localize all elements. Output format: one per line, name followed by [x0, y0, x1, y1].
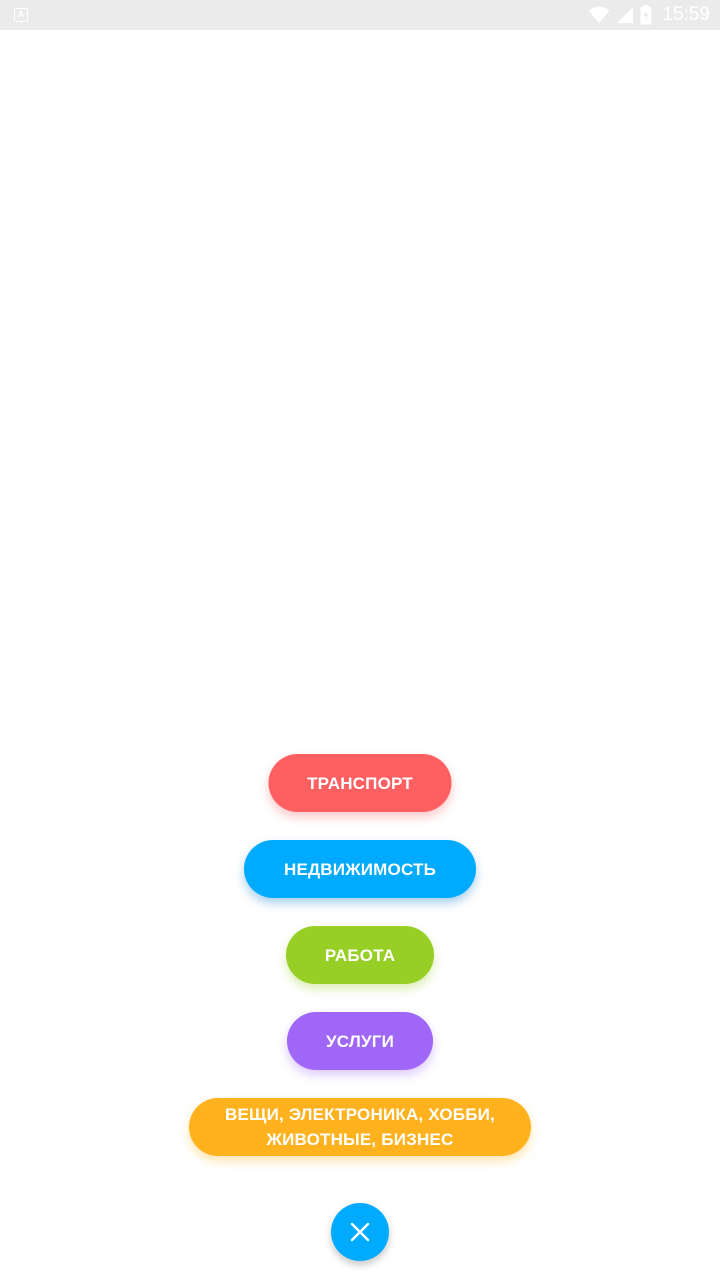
category-job-button[interactable]: РАБОТА	[286, 926, 434, 984]
category-goods-label-line2: ЖИВОТНЫЕ, БИЗНЕС	[266, 1130, 454, 1149]
status-icons: 15:59	[588, 0, 710, 30]
close-fab-button[interactable]	[331, 1203, 389, 1261]
signal-icon	[617, 7, 634, 23]
category-services-button[interactable]: УСЛУГИ	[287, 1012, 433, 1070]
category-realty-button[interactable]: НЕДВИЖИМОСТЬ	[244, 840, 476, 898]
battery-icon	[640, 5, 652, 25]
wifi-icon	[588, 6, 610, 24]
status-time: 15:59	[662, 4, 710, 25]
status-bar: A 15:59	[0, 0, 720, 30]
category-goods-label-line1: ВЕЩИ, ЭЛЕКТРОНИКА, ХОББИ,	[225, 1105, 495, 1124]
category-goods-button[interactable]: ВЕЩИ, ЭЛЕКТРОНИКА, ХОББИ, ЖИВОТНЫЕ, БИЗН…	[189, 1098, 531, 1156]
close-icon	[350, 1222, 370, 1242]
category-transport-button[interactable]: ТРАНСПОРТ	[268, 754, 452, 812]
app-notification-icon: A	[14, 8, 28, 22]
